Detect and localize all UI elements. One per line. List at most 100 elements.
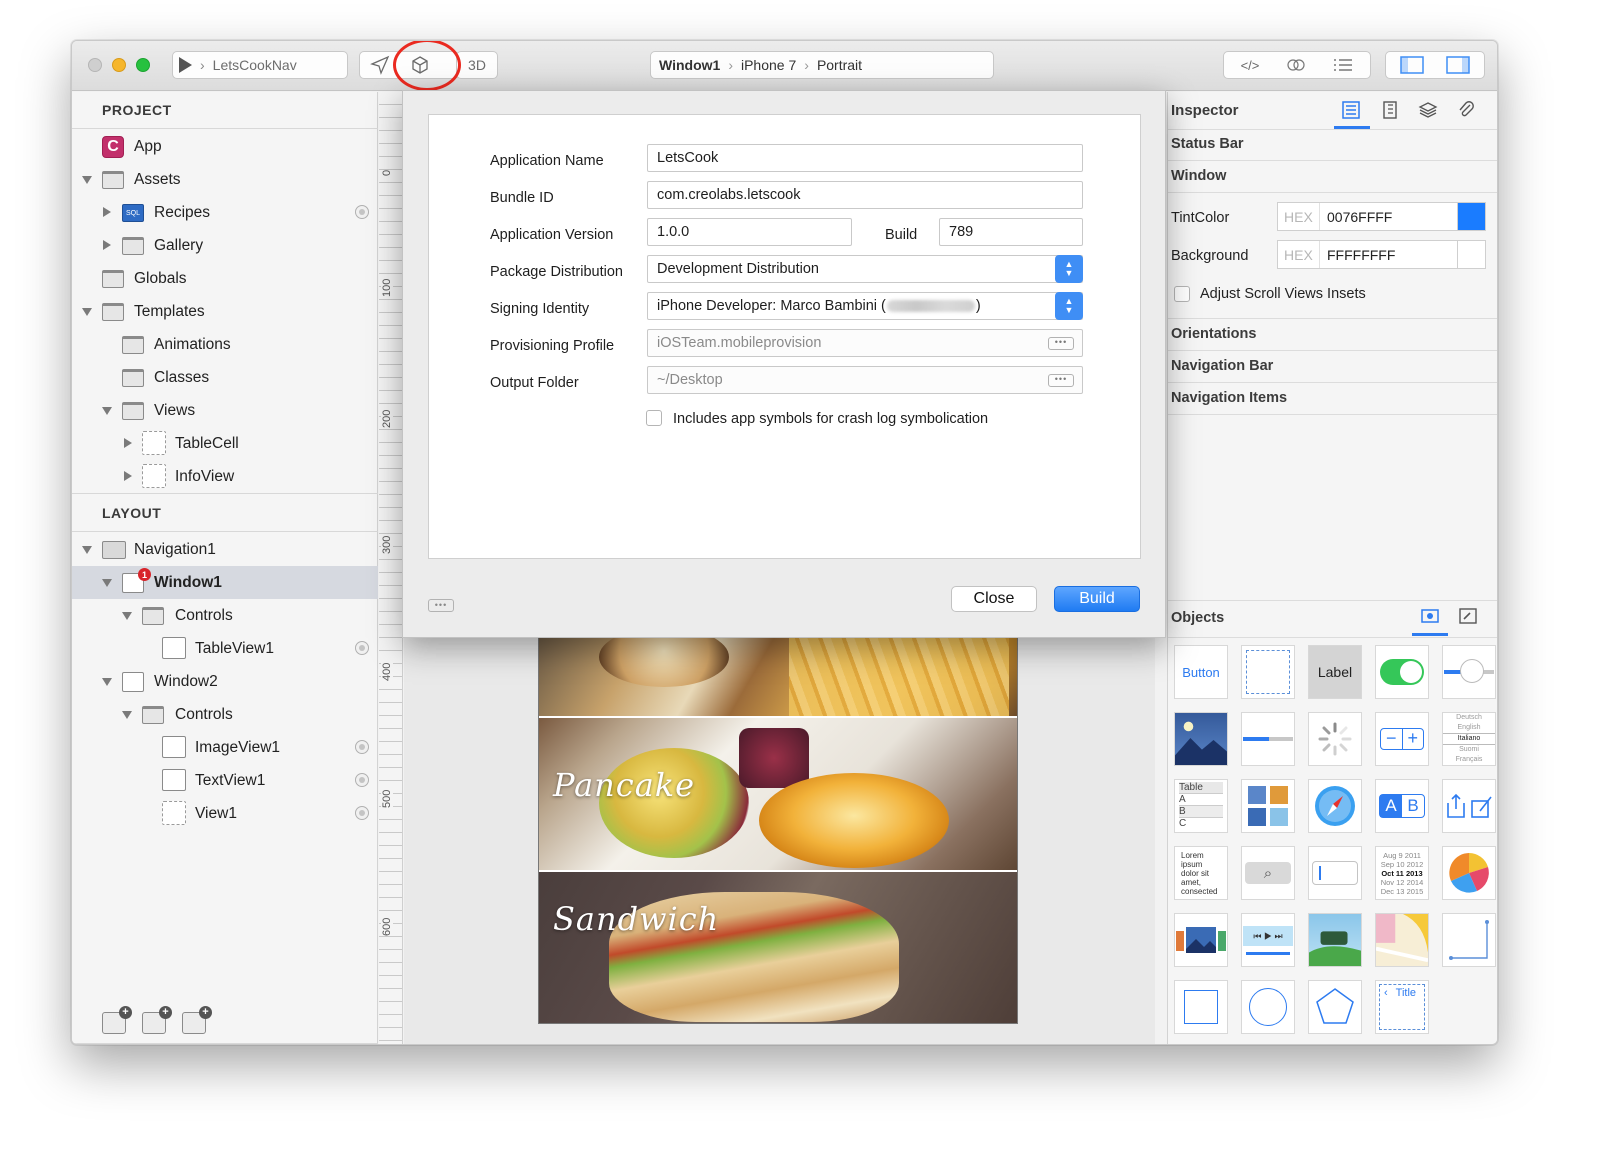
background-color-swatch[interactable] (1457, 241, 1485, 268)
tree-item-window2[interactable]: Window2 (72, 665, 378, 698)
background-color-field[interactable]: HEX FFFFFFFF (1277, 240, 1486, 269)
object-segmented-control[interactable]: AB (1375, 779, 1429, 833)
object-activity-indicator[interactable] (1308, 712, 1362, 766)
tree-item-assets[interactable]: Assets (72, 163, 378, 196)
object-view[interactable] (1241, 645, 1295, 699)
tint-color-value[interactable]: 0076FFFF (1320, 209, 1392, 225)
object-slider[interactable] (1442, 645, 1496, 699)
navigation-bar-section[interactable]: Navigation Bar (1171, 358, 1273, 374)
package-distribution-select[interactable]: Development Distribution ▲ ▼ (647, 255, 1083, 283)
breadcrumb-window[interactable]: Window1 (659, 57, 720, 73)
tree-item-textview1[interactable]: TextView1 (72, 764, 378, 797)
zoom-window-button[interactable] (136, 58, 150, 72)
tree-item-templates[interactable]: Templates (72, 295, 378, 328)
sandwich-row-image[interactable]: Sandwich (539, 872, 1017, 1023)
disclosure-open-icon[interactable] (82, 176, 92, 184)
close-window-button[interactable] (88, 58, 102, 72)
tree-item-tablecell[interactable]: TableCell (72, 427, 378, 460)
tree-item-window1[interactable]: 1 Window1 (72, 566, 378, 599)
object-page-view[interactable] (1308, 913, 1362, 967)
left-panel-toggle-icon[interactable] (1400, 56, 1424, 74)
tree-item-gallery[interactable]: Gallery (72, 229, 378, 262)
object-stepper[interactable]: − + (1375, 712, 1429, 766)
tint-color-swatch[interactable] (1457, 203, 1485, 230)
status-radio-icon[interactable] (355, 641, 369, 655)
minimize-window-button[interactable] (112, 58, 126, 72)
status-bar-section[interactable]: Status Bar (1171, 136, 1244, 152)
tree-item-controls[interactable]: Controls (72, 599, 378, 632)
object-button[interactable]: Button (1174, 645, 1228, 699)
objects-library-tab-icon[interactable] (1420, 606, 1440, 626)
layers-tab-icon[interactable] (1418, 100, 1438, 120)
tree-item-animations[interactable]: Animations (72, 328, 378, 361)
breadcrumb[interactable]: Window1 › iPhone 7 › Portrait (650, 51, 994, 79)
object-tableview[interactable]: Table A B C (1174, 779, 1228, 833)
status-radio-icon[interactable] (355, 773, 369, 787)
object-toolbar[interactable] (1442, 779, 1496, 833)
tint-color-field[interactable]: HEX 0076FFFF (1277, 202, 1486, 231)
object-media-player[interactable]: ⏮ ▶ ⏭ (1241, 913, 1295, 967)
include-symbols-checkbox[interactable] (646, 410, 662, 426)
more-options-icon[interactable]: ••• (1048, 337, 1074, 350)
add-window-icon[interactable]: + (102, 1006, 132, 1034)
object-textview[interactable]: Lorem ipsum dolor sit amet, consected (1174, 846, 1228, 900)
object-polygon[interactable] (1308, 980, 1362, 1034)
object-switch[interactable] (1375, 645, 1429, 699)
tree-item-imageview1[interactable]: ImageView1 (72, 731, 378, 764)
object-datepicker[interactable]: Aug 9 2011 Sep 10 2012 Oct 11 2013 Nov 1… (1375, 846, 1429, 900)
status-radio-icon[interactable] (355, 205, 369, 219)
object-image-carousel[interactable] (1174, 913, 1228, 967)
bundle-id-field[interactable]: com.creolabs.letscook (647, 181, 1083, 209)
code-snippets-tab-icon[interactable] (1458, 606, 1478, 626)
burger-row-image[interactable] (539, 637, 1017, 716)
app-version-field[interactable]: 1.0.0 (647, 218, 852, 246)
object-rectangle[interactable] (1174, 980, 1228, 1034)
disclosure-closed-icon[interactable] (103, 207, 111, 217)
tree-item-tableview1[interactable]: TableView1 (72, 632, 378, 665)
run-scheme-selector[interactable]: › LetsCookNav (172, 51, 348, 79)
tree-item-app[interactable]: C App (72, 130, 378, 163)
status-radio-icon[interactable] (355, 806, 369, 820)
tree-item-navigation1[interactable]: Navigation1 (72, 533, 378, 566)
object-line[interactable] (1442, 913, 1496, 967)
pancake-row-image[interactable]: Pancake (539, 718, 1017, 870)
toggle-preview-icon[interactable] (1285, 58, 1307, 72)
object-label[interactable]: Label (1308, 645, 1362, 699)
list-icon[interactable] (1333, 58, 1353, 72)
breadcrumb-device[interactable]: iPhone 7 (741, 57, 796, 73)
close-button[interactable]: Close (951, 586, 1037, 612)
object-searchbar[interactable]: ⌕ (1241, 846, 1295, 900)
tree-item-recipes[interactable]: SQL Recipes (72, 196, 378, 229)
3d-view-button[interactable]: 3D (456, 51, 498, 79)
orientations-section[interactable]: Orientations (1171, 326, 1256, 342)
object-oval[interactable] (1241, 980, 1295, 1034)
attachment-tab-icon[interactable] (1456, 100, 1476, 120)
tree-item-infoview[interactable]: InfoView (72, 460, 378, 493)
chevron-updown-icon[interactable]: ▲ ▼ (1055, 255, 1083, 283)
object-chart[interactable] (1442, 846, 1496, 900)
object-navigation-bar[interactable]: ‹ Title (1375, 980, 1429, 1034)
more-options-icon[interactable]: ••• (1048, 374, 1074, 387)
background-color-value[interactable]: FFFFFFFF (1320, 247, 1395, 263)
disclosure-open-icon[interactable] (102, 678, 112, 686)
disclosure-open-icon[interactable] (122, 612, 132, 620)
disclosure-open-icon[interactable] (82, 308, 92, 316)
object-picker[interactable]: Deutsch English Italiano Suomi Français (1442, 712, 1496, 766)
attributes-tab-icon[interactable] (1341, 100, 1361, 120)
object-textfield[interactable] (1308, 846, 1362, 900)
tree-item-classes[interactable]: Classes (72, 361, 378, 394)
chevron-updown-icon[interactable]: ▲ ▼ (1055, 292, 1083, 320)
tree-item-view1[interactable]: View1 (72, 797, 378, 830)
build-number-field[interactable]: 789 (939, 218, 1083, 246)
right-panel-toggle-icon[interactable] (1446, 56, 1470, 74)
window-section[interactable]: Window (1171, 168, 1226, 184)
disclosure-open-icon[interactable] (102, 579, 112, 587)
object-webview[interactable] (1308, 779, 1362, 833)
options-icon[interactable]: ••• (428, 599, 454, 612)
add-navigation-icon[interactable]: + (142, 1006, 172, 1034)
code-icon[interactable]: </> (1241, 58, 1260, 73)
object-collectionview[interactable] (1241, 779, 1295, 833)
disclosure-open-icon[interactable] (82, 546, 92, 554)
status-radio-icon[interactable] (355, 740, 369, 754)
object-mapview[interactable] (1375, 913, 1429, 967)
